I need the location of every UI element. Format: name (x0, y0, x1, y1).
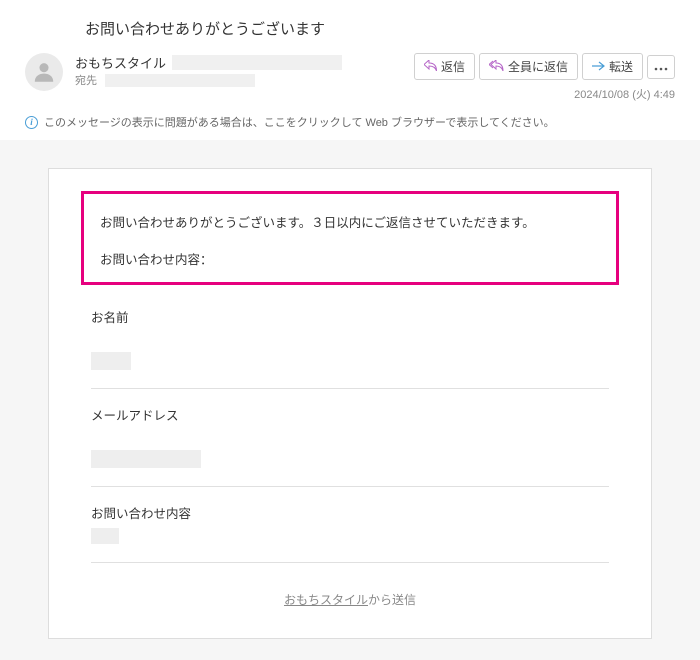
footer-sender-link[interactable]: おもちスタイル (284, 593, 368, 607)
name-value-redacted (91, 352, 131, 370)
ellipsis-icon (654, 60, 668, 74)
forward-button[interactable]: 転送 (582, 53, 643, 80)
reply-label: 返信 (441, 58, 465, 75)
reply-button[interactable]: 返信 (414, 53, 475, 80)
email-header: お問い合わせありがとうございます おもちスタイル 宛先 (0, 0, 700, 110)
highlight-box: お問い合わせありがとうございます。３日以内にご返信させていただきます。 お問い合… (81, 191, 619, 285)
reply-all-arrow-icon (489, 60, 504, 74)
email-timestamp: 2024/10/08 (火) 4:49 (574, 86, 675, 102)
more-actions-button[interactable] (647, 55, 675, 79)
field-inquiry: お問い合わせ内容 (91, 503, 609, 563)
sender-avatar (25, 53, 63, 91)
highlight-sub-text: お問い合わせ内容： (100, 249, 600, 268)
highlight-main-text: お問い合わせありがとうございます。３日以内にご返信させていただきます。 (100, 212, 600, 235)
reply-all-button[interactable]: 全員に返信 (479, 53, 578, 80)
inquiry-field-label: お問い合わせ内容 (91, 503, 609, 522)
sender-info: おもちスタイル 宛先 (75, 53, 414, 88)
email-subject: お問い合わせありがとうございます (85, 18, 675, 39)
to-address-redacted (105, 74, 255, 87)
email-field-label: メールアドレス (91, 405, 609, 424)
browser-view-notice[interactable]: i このメッセージの表示に問題がある場合は、ここをクリックして Web ブラウザ… (0, 110, 700, 140)
reply-all-label: 全員に返信 (508, 58, 568, 75)
name-field-label: お名前 (91, 307, 609, 326)
email-value-redacted (91, 450, 201, 468)
sender-address-redacted (172, 55, 342, 70)
inquiry-value-redacted (91, 528, 119, 544)
email-footer: おもちスタイルから送信 (81, 591, 619, 608)
field-name: お名前 (91, 307, 609, 389)
info-icon: i (25, 116, 38, 129)
person-icon (31, 59, 57, 85)
email-body-area: お問い合わせありがとうございます。３日以内にご返信させていただきます。 お問い合… (0, 140, 700, 660)
forward-arrow-icon (592, 60, 605, 74)
to-label: 宛先 (75, 75, 97, 87)
field-email: メールアドレス (91, 405, 609, 487)
sender-name: おもちスタイル (75, 53, 166, 72)
footer-suffix: から送信 (368, 593, 416, 607)
notice-text: このメッセージの表示に問題がある場合は、ここをクリックして Web ブラウザーで… (44, 114, 555, 130)
reply-arrow-icon (424, 60, 437, 74)
action-toolbar: 返信 全員に返信 転送 (414, 53, 675, 80)
email-content-card: お問い合わせありがとうございます。３日以内にご返信させていただきます。 お問い合… (48, 168, 652, 639)
forward-label: 転送 (609, 58, 633, 75)
